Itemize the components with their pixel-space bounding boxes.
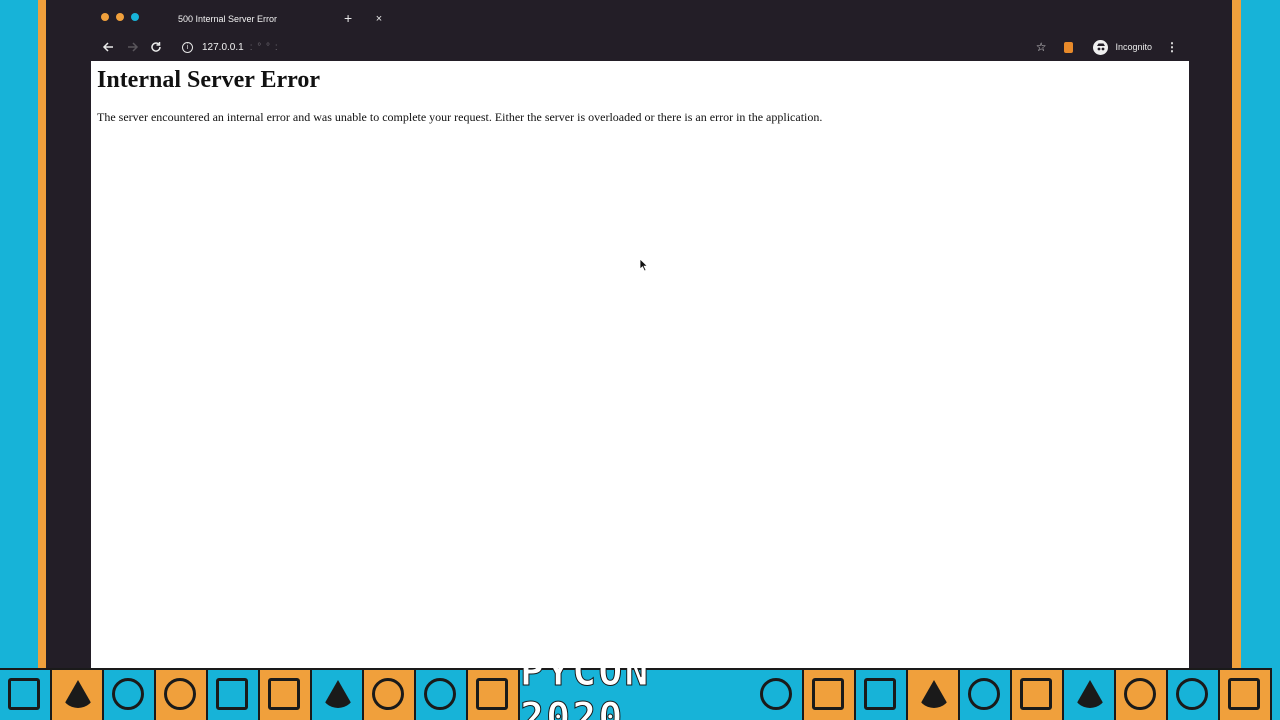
banner-tile: [1168, 668, 1220, 720]
banner-tile: [908, 668, 960, 720]
star-icon[interactable]: ☆: [1036, 40, 1047, 54]
profile-label: Incognito: [1115, 42, 1152, 52]
pycon-logo: PYCON 2020: [520, 668, 752, 720]
close-window-button[interactable]: [101, 13, 109, 21]
banner-tile: [1116, 668, 1168, 720]
new-tab-button[interactable]: +: [344, 11, 352, 25]
banner-tile: [1064, 668, 1116, 720]
banner-tile: [364, 668, 416, 720]
profile-button[interactable]: Incognito: [1093, 39, 1152, 55]
banner-tile: [156, 668, 208, 720]
banner-tile: [104, 668, 156, 720]
banner-tile: [752, 668, 804, 720]
tab-close-icon[interactable]: ×: [372, 13, 386, 25]
url-obscured-text: : ° ° :: [249, 41, 279, 53]
banner-tile: [960, 668, 1012, 720]
banner-tile: [208, 668, 260, 720]
mouse-cursor-icon: [639, 258, 649, 272]
banner-tile: [0, 668, 52, 720]
banner-tile: [804, 668, 856, 720]
page-title: Internal Server Error: [97, 67, 321, 93]
browser-toolbar: i 127.0.0.1 : ° ° : ☆ Incognito ⋮: [46, 34, 1232, 60]
tab-title: 500 Internal Server Error: [178, 14, 278, 24]
maximize-window-button[interactable]: [131, 13, 139, 21]
banner-tile: [312, 668, 364, 720]
reload-button[interactable]: [146, 37, 166, 57]
back-button[interactable]: [98, 37, 118, 57]
info-icon[interactable]: i: [182, 41, 193, 53]
banner-tile: [856, 668, 908, 720]
forward-button[interactable]: [123, 37, 143, 57]
extension-icon[interactable]: [1064, 41, 1074, 53]
banner-tile: [416, 668, 468, 720]
window-controls: [101, 13, 139, 21]
arrow-right-icon: [128, 42, 139, 52]
error-message: The server encountered an internal error…: [97, 110, 823, 124]
banner-tile: [1220, 668, 1272, 720]
conference-banner: PYCON 2020: [0, 668, 1280, 720]
browser-tab[interactable]: 500 Internal Server Error ×: [166, 6, 386, 32]
banner-tile: [260, 668, 312, 720]
banner-tile: [468, 668, 520, 720]
toolbar-actions: ☆ Incognito ⋮: [1036, 37, 1178, 57]
page-viewport: Internal Server Error The server encount…: [91, 61, 1189, 668]
banner-tile: [52, 668, 104, 720]
incognito-icon: [1093, 39, 1109, 55]
kebab-menu-icon[interactable]: ⋮: [1166, 40, 1178, 54]
arrow-left-icon: [102, 42, 113, 52]
url-text: 127.0.0.1: [202, 41, 244, 53]
minimize-window-button[interactable]: [116, 13, 124, 21]
banner-tile: [1012, 668, 1064, 720]
address-bar[interactable]: i 127.0.0.1 : ° ° :: [182, 37, 279, 57]
reload-icon: [151, 42, 161, 52]
